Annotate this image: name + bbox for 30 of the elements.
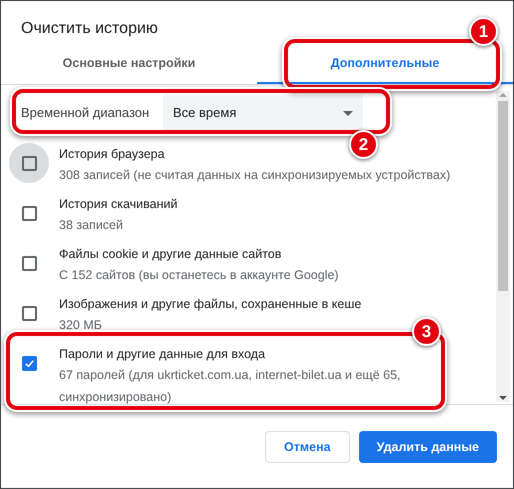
checkbox[interactable]	[22, 256, 36, 270]
step-number: 3	[412, 317, 441, 346]
item-detail: С 152 сайтов (вы останетесь в аккаунте Google)	[59, 267, 339, 284]
scroll-down-icon[interactable]	[499, 396, 507, 400]
dropdown-caret-icon	[343, 110, 353, 116]
step-number: 1	[469, 17, 498, 46]
item-title: История браузера	[59, 146, 166, 163]
item-detail: 67 паролей (для ukrticket.com.ua, internet-bilet.ua и ещё 65, синхронизировано)	[59, 367, 402, 404]
scrollbar[interactable]	[496, 91, 510, 402]
delete-data-button[interactable]: Удалить данные	[358, 431, 497, 463]
tab[interactable]: Дополнительные	[257, 45, 513, 84]
time-range-label: Временной диапазон	[21, 104, 150, 122]
item-title: История скачиваний	[59, 196, 178, 213]
scrollbar-thumb[interactable]	[498, 101, 508, 291]
step-number: 2	[349, 130, 378, 159]
checkbox[interactable]	[22, 306, 36, 320]
cancel-button[interactable]: Отмена	[265, 431, 350, 463]
dialog-title: Очистить историю	[21, 20, 158, 37]
checkmark-icon	[24, 358, 34, 368]
checkbox[interactable]	[22, 356, 36, 370]
item-detail: 38 записей	[59, 217, 124, 234]
checkbox[interactable]	[22, 156, 36, 170]
tab[interactable]: Основные настройки	[1, 45, 257, 84]
item-title: Пароли и другие данные для входа	[59, 346, 266, 363]
item-detail: 320 МБ	[59, 317, 103, 334]
item-detail: 308 записей (не считая данных на синхронизируемых устройствах)	[59, 167, 450, 184]
item-title: Файлы cookie и другие данные сайтов	[59, 246, 282, 263]
checkbox[interactable]	[22, 206, 36, 220]
time-range-dropdown[interactable]: Все время	[163, 95, 363, 131]
item-title: Изображения и другие файлы, сохраненные в кеше	[59, 296, 362, 313]
